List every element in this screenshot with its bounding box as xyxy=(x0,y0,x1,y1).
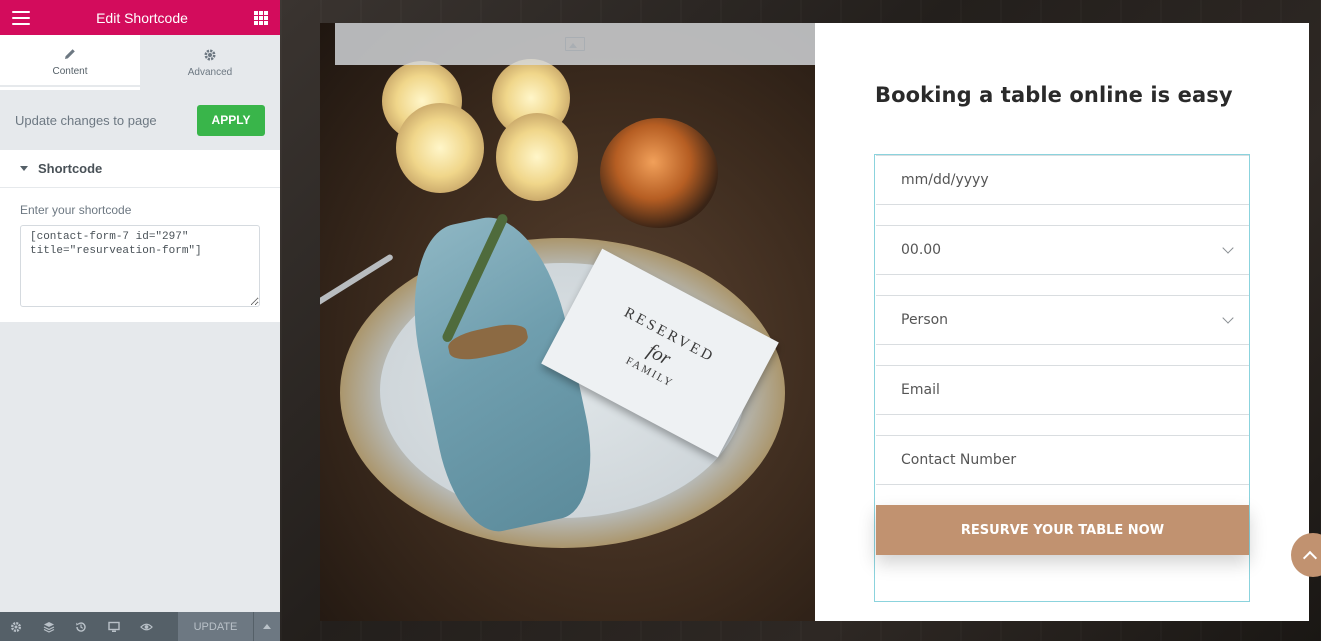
chevron-down-icon xyxy=(1222,311,1234,324)
tab-content-label: Content xyxy=(52,65,88,77)
copper-bowl xyxy=(600,118,718,228)
date-input[interactable]: mm/dd/yyyy xyxy=(876,155,1249,205)
update-button[interactable]: UPDATE xyxy=(178,612,254,641)
image-widget-bar[interactable] xyxy=(335,23,815,65)
person-select[interactable]: Person xyxy=(876,295,1249,345)
chevron-down-icon xyxy=(1222,241,1234,254)
history-icon[interactable] xyxy=(75,620,88,633)
person-select-value: Person xyxy=(901,312,949,328)
image-icon xyxy=(565,37,585,51)
preview-eye-icon[interactable] xyxy=(140,620,153,633)
editor-footer: UPDATE xyxy=(0,612,280,641)
menu-icon[interactable] xyxy=(12,10,30,25)
booking-form: mm/dd/yyyy 00.00 Person Email Contact Nu… xyxy=(874,154,1250,602)
caret-up-icon xyxy=(263,624,271,629)
responsive-icon[interactable] xyxy=(108,620,121,633)
contact-number-placeholder: Contact Number xyxy=(901,452,1017,468)
layers-icon[interactable] xyxy=(43,620,56,633)
booking-section: Booking a table online is easy mm/dd/yyy… xyxy=(815,23,1309,621)
settings-icon[interactable] xyxy=(10,620,23,633)
table-setting-photo: RESERVED for FAMILY xyxy=(320,23,815,621)
email-field[interactable]: Email xyxy=(876,365,1249,415)
time-select[interactable]: 00.00 xyxy=(876,225,1249,275)
email-field-placeholder: Email xyxy=(901,382,940,398)
gear-icon xyxy=(203,47,217,63)
candle-3 xyxy=(396,103,484,193)
shortcode-section-toggle[interactable]: Shortcode xyxy=(0,150,280,188)
editor-title: Edit Shortcode xyxy=(96,9,188,26)
shortcode-section-title: Shortcode xyxy=(38,161,103,176)
tab-content[interactable]: Content xyxy=(0,35,140,90)
tab-advanced[interactable]: Advanced xyxy=(140,35,280,90)
apply-button[interactable]: APPLY xyxy=(197,104,265,136)
widgets-grid-icon[interactable] xyxy=(254,10,268,25)
date-input-placeholder: mm/dd/yyyy xyxy=(901,172,989,188)
contact-number-field[interactable]: Contact Number xyxy=(876,435,1249,485)
caret-down-icon xyxy=(20,166,28,171)
pencil-icon xyxy=(63,46,77,62)
editor-sidebar: Edit Shortcode Content Advanced Update c… xyxy=(0,0,280,641)
time-select-value: 00.00 xyxy=(901,242,942,258)
apply-row: Update changes to page APPLY xyxy=(0,90,280,150)
apply-row-text: Update changes to page xyxy=(15,112,157,128)
editor-tabs: Content Advanced xyxy=(0,35,280,90)
shortcode-field-label: Enter your shortcode xyxy=(20,203,132,217)
candle-4 xyxy=(496,113,578,201)
booking-title: Booking a table online is easy xyxy=(875,83,1233,107)
reserve-table-button[interactable]: RESURVE YOUR TABLE NOW xyxy=(876,505,1249,555)
chevron-up-icon xyxy=(1302,550,1318,565)
update-options-button[interactable] xyxy=(253,612,280,641)
shortcode-panel: Enter your shortcode [contact-form-7 id=… xyxy=(0,188,280,322)
tab-advanced-label: Advanced xyxy=(187,67,233,78)
editor-header: Edit Shortcode xyxy=(0,0,280,35)
shortcode-textarea[interactable]: [contact-form-7 id="297" title="resurvea… xyxy=(20,225,260,307)
